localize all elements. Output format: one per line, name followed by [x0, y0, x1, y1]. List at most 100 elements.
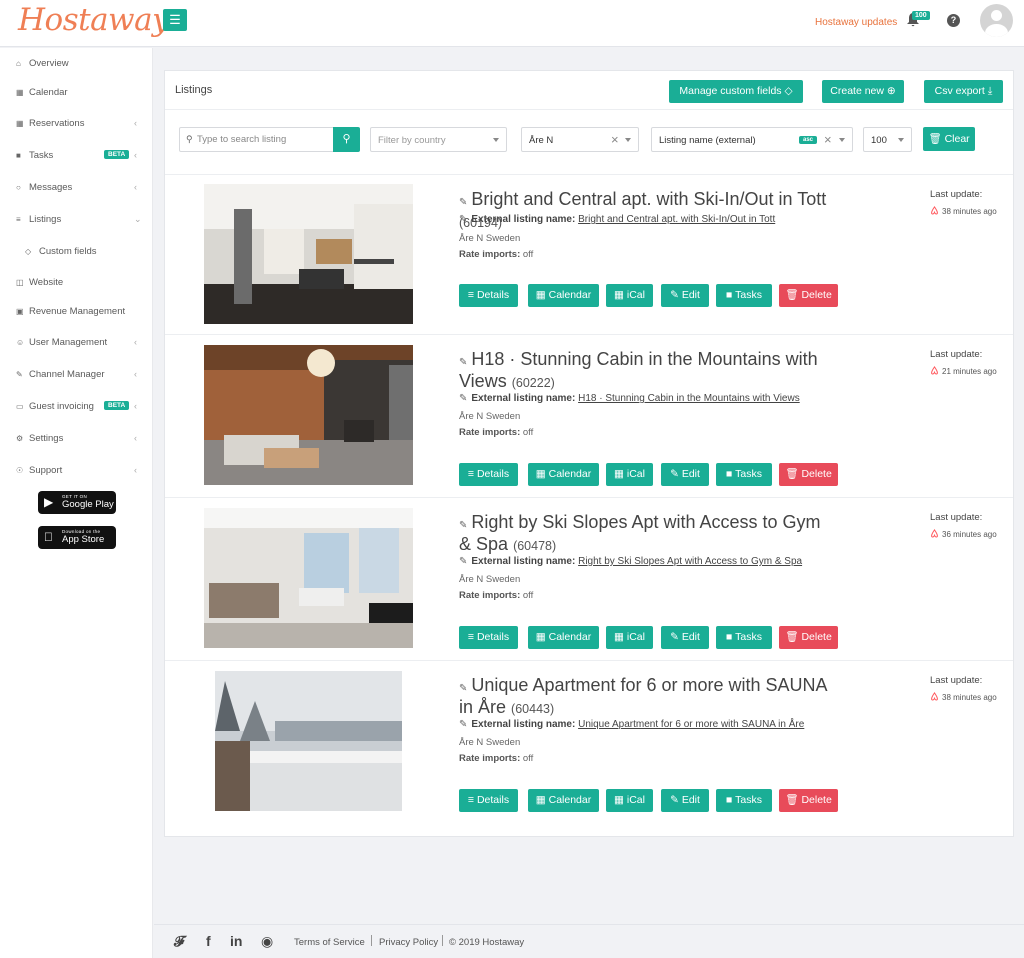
- listing-photo[interactable]: [215, 671, 402, 811]
- edit-icon[interactable]: ✎: [459, 719, 467, 730]
- delete-button[interactable]: 🗑 Delete: [779, 284, 838, 307]
- sidebar-item-support[interactable]: ☉ Support ‹: [0, 462, 153, 480]
- sidebar-item-settings[interactable]: ⚙ Settings ‹: [0, 430, 153, 448]
- sidebar-item-messages[interactable]: ○ Messages ‹: [0, 179, 153, 197]
- edit-icon[interactable]: ✎: [459, 393, 467, 404]
- sidebar-item-overview[interactable]: ⌂ Overview: [0, 55, 153, 73]
- sidebar-item-website[interactable]: ◫ Website: [0, 274, 153, 292]
- help-icon[interactable]: ?: [947, 14, 960, 27]
- csv-export-button[interactable]: Csv export ⤓: [924, 80, 1003, 103]
- app-store-badge[interactable]:  Download on the App Store: [38, 526, 116, 549]
- sidebar-item-custom-fields[interactable]: ◇ Custom fields: [0, 243, 153, 261]
- listing-row: ✎ H18 · Stunning Cabin in the Mountains w…: [165, 334, 1013, 497]
- details-button[interactable]: ≡ Details: [459, 626, 518, 649]
- page-size-select[interactable]: 100: [863, 127, 912, 152]
- ical-button[interactable]: ▦ iCal: [606, 789, 653, 812]
- privacy-policy-link[interactable]: Privacy Policy: [379, 937, 438, 948]
- external-name-link[interactable]: Right by Ski Slopes Apt with Access to G…: [578, 556, 802, 567]
- calendar-button[interactable]: ▦ Calendar: [528, 463, 599, 486]
- delete-button[interactable]: 🗑 Delete: [779, 463, 838, 486]
- country-filter-select[interactable]: Filter by country: [370, 127, 507, 152]
- sort-order-badge[interactable]: asc: [799, 136, 818, 144]
- tasks-button[interactable]: ■ Tasks: [716, 284, 772, 307]
- sidebar-item-listings[interactable]: ≡ Listings ⌄: [0, 211, 153, 229]
- city-filter-select[interactable]: Åre N ×: [521, 127, 639, 152]
- delete-button[interactable]: 🗑 Delete: [779, 789, 838, 812]
- edit-icon: ✎: [670, 468, 679, 480]
- manage-custom-fields-button[interactable]: Manage custom fields ◇: [669, 80, 803, 103]
- edit-icon[interactable]: ✎: [459, 194, 467, 212]
- edit-icon[interactable]: ✎: [459, 556, 467, 567]
- listing-photo[interactable]: [204, 184, 413, 324]
- create-new-button[interactable]: Create new ⊕: [822, 80, 904, 103]
- hostaway-logo[interactable]: Hostaway: [18, 2, 170, 38]
- rate-label: Rate imports:: [459, 590, 521, 601]
- google-play-badge[interactable]: ▶ GET IT ON Google Play: [38, 491, 116, 514]
- edit-button[interactable]: ✎ Edit: [661, 284, 709, 307]
- caret-down-icon: [625, 138, 631, 142]
- sidebar-item-revenue-management[interactable]: ▣ Revenue Management: [0, 303, 153, 321]
- button-label: Delete: [801, 631, 832, 643]
- listing-title[interactable]: ✎ Right by Ski Slopes Apt with Access to …: [459, 513, 829, 555]
- button-label: Details: [476, 468, 510, 480]
- edit-button[interactable]: ✎ Edit: [661, 463, 709, 486]
- edit-icon[interactable]: ✎: [459, 680, 467, 698]
- listing-title[interactable]: ✎ Bright and Central apt. with Ski-In/Out…: [459, 190, 829, 232]
- hostaway-updates-link[interactable]: Hostaway updates: [815, 17, 897, 28]
- edit-icon[interactable]: ✎: [459, 354, 467, 372]
- button-label: Tasks: [735, 289, 762, 301]
- external-name-link[interactable]: Bright and Central apt. with Ski-In/Out …: [578, 214, 775, 225]
- external-name-link[interactable]: H18 · Stunning Cabin in the Mountains wi…: [578, 393, 800, 404]
- calendar-icon: ▦: [614, 631, 624, 643]
- sort-select[interactable]: Listing name (external) asc ×: [651, 127, 853, 152]
- ical-button[interactable]: ▦ iCal: [606, 284, 653, 307]
- tasks-button[interactable]: ■ Tasks: [716, 789, 772, 812]
- terms-of-service-link[interactable]: Terms of Service: [294, 937, 365, 948]
- button-label: Delete: [801, 289, 832, 301]
- ical-button[interactable]: ▦ iCal: [606, 463, 653, 486]
- clear-button[interactable]: 🗑 Clear: [923, 127, 975, 151]
- details-button[interactable]: ≡ Details: [459, 789, 518, 812]
- sidebar-item-guest-invoicing[interactable]: ▭ Guest invoicing BETA ‹: [0, 398, 153, 416]
- delete-button[interactable]: 🗑 Delete: [779, 626, 838, 649]
- rate-value: off: [522, 427, 534, 438]
- listing-title[interactable]: ✎ Unique Apartment for 6 or more with SAU…: [459, 676, 829, 718]
- sidebar-item-tasks[interactable]: ■ Tasks BETA ‹: [0, 147, 153, 165]
- clear-x-icon[interactable]: ×: [611, 132, 619, 147]
- ical-button[interactable]: ▦ iCal: [606, 626, 653, 649]
- button-label: Create new: [830, 85, 884, 97]
- listing-photo[interactable]: [204, 345, 413, 485]
- search-input[interactable]: ⚲ Type to search listing: [179, 127, 334, 152]
- sidebar-item-calendar[interactable]: ▦ Calendar: [0, 84, 153, 102]
- listing-title[interactable]: ✎ H18 · Stunning Cabin in the Mountains w…: [459, 350, 829, 392]
- page-size-value: 100: [871, 135, 887, 146]
- instagram-icon[interactable]: ◉: [261, 933, 273, 950]
- twitter-icon[interactable]: 𝓕: [174, 933, 184, 950]
- tasks-button[interactable]: ■ Tasks: [716, 463, 772, 486]
- avatar[interactable]: [980, 4, 1013, 37]
- sidebar-item-label: User Management: [29, 337, 108, 348]
- details-button[interactable]: ≡ Details: [459, 284, 518, 307]
- sidebar-item-channel-manager[interactable]: ✎ Channel Manager ‹: [0, 366, 153, 384]
- listing-photo[interactable]: [204, 508, 413, 648]
- edit-icon[interactable]: ✎: [459, 517, 467, 535]
- edit-button[interactable]: ✎ Edit: [661, 626, 709, 649]
- tasks-button[interactable]: ■ Tasks: [716, 626, 772, 649]
- airbnb-icon: [931, 529, 938, 538]
- details-button[interactable]: ≡ Details: [459, 463, 518, 486]
- edit-button[interactable]: ✎ Edit: [661, 789, 709, 812]
- linkedin-icon[interactable]: in: [230, 933, 242, 949]
- external-name-link[interactable]: Unique Apartment for 6 or more with SAUN…: [578, 719, 804, 730]
- menu-toggle-button[interactable]: ☰: [163, 9, 187, 31]
- search-icon: ⚲: [342, 133, 351, 145]
- search-button[interactable]: ⚲: [333, 127, 360, 152]
- revenue-icon: ▣: [16, 307, 24, 316]
- calendar-button[interactable]: ▦ Calendar: [528, 284, 599, 307]
- sidebar-item-reservations[interactable]: ▦ Reservations ‹: [0, 115, 153, 133]
- facebook-icon[interactable]: f: [206, 933, 211, 949]
- calendar-button[interactable]: ▦ Calendar: [528, 626, 599, 649]
- edit-icon[interactable]: ✎: [459, 214, 467, 225]
- sidebar-item-user-management[interactable]: ☺ User Management ‹: [0, 334, 153, 352]
- clear-x-icon[interactable]: ×: [824, 132, 832, 147]
- calendar-button[interactable]: ▦ Calendar: [528, 789, 599, 812]
